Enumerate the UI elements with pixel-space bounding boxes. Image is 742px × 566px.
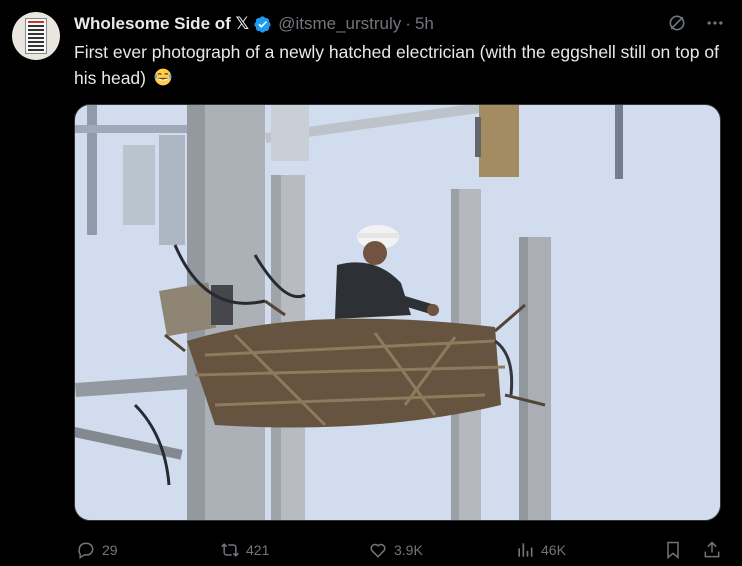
views-button[interactable]: 46K [515, 540, 566, 560]
author-display-name[interactable]: Wholesome Side of 𝕏 [74, 14, 249, 34]
reply-icon [78, 542, 94, 559]
bookmark-icon [667, 541, 679, 560]
retweet-count: 421 [246, 542, 270, 558]
like-count: 3.9K [394, 542, 423, 558]
like-button[interactable]: 3.9K [368, 540, 423, 560]
post-time[interactable]: 5h [415, 14, 434, 34]
tweet-header: Wholesome Side of 𝕏 @itsme_urstruly · 5h [74, 12, 726, 36]
verified-badge-icon [254, 15, 271, 33]
author-handle[interactable]: @itsme_urstruly [278, 14, 401, 34]
views-icon [518, 543, 533, 557]
separator-dot: · [405, 14, 411, 33]
action-bar: 29 421 3.9K 46K [74, 536, 724, 564]
share-button[interactable] [702, 540, 722, 560]
more-icon[interactable] [704, 12, 726, 34]
post-photo[interactable] [74, 104, 721, 521]
reply-count: 29 [102, 542, 118, 558]
tweet-text: First ever photograph of a newly hatched… [74, 39, 724, 91]
views-count: 46K [541, 542, 566, 558]
retweet-icon [221, 543, 239, 557]
tears-of-joy-emoji-icon [154, 68, 172, 86]
heart-icon [370, 543, 386, 558]
retweet-button[interactable]: 421 [220, 540, 269, 560]
avatar[interactable] [12, 12, 60, 60]
share-icon [704, 541, 720, 558]
protest-sign-icon [25, 18, 47, 54]
bookmark-button[interactable] [663, 540, 683, 560]
reply-button[interactable]: 29 [76, 540, 118, 560]
grok-icon[interactable] [666, 12, 688, 34]
